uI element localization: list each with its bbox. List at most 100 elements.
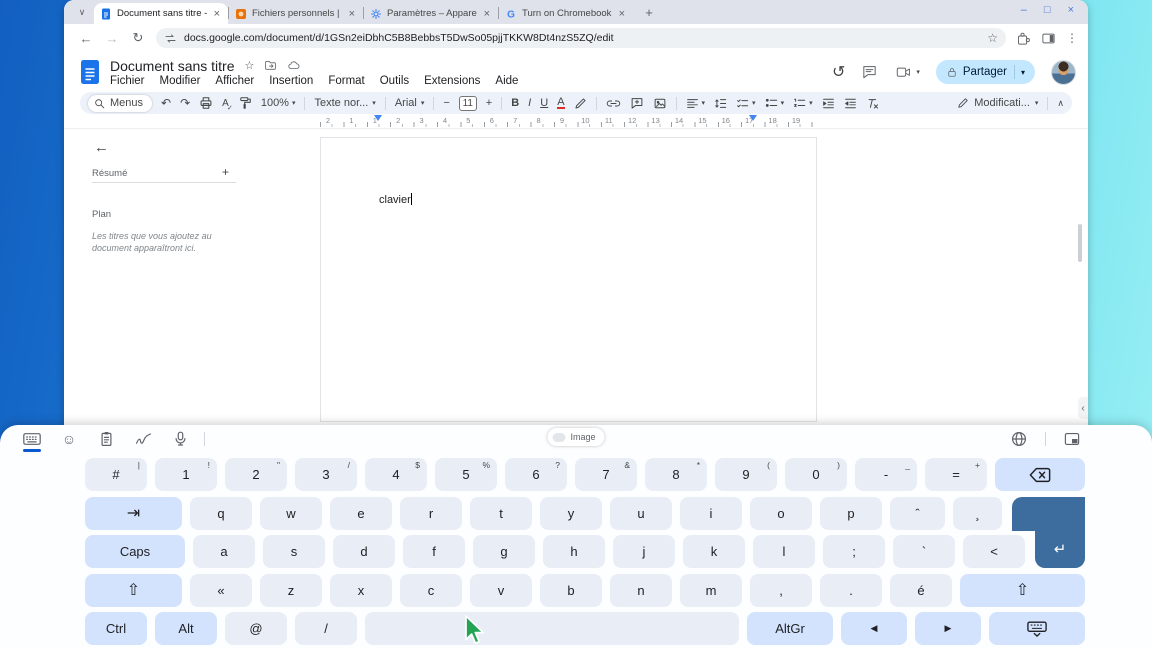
decrease-font-size-button[interactable]: − (443, 97, 449, 109)
menu-afficher[interactable]: Afficher (215, 75, 254, 87)
paint-format-icon[interactable] (238, 96, 252, 110)
key-space[interactable] (365, 612, 739, 645)
keyboard-layout-icon[interactable] (22, 429, 42, 449)
camera-dropdown-icon[interactable]: ▾ (916, 68, 920, 76)
key-j[interactable]: j (613, 535, 675, 568)
key-hide-keyboard[interactable] (989, 612, 1085, 645)
key-shift-left[interactable]: ⇧ (85, 574, 182, 607)
key-h[interactable]: h (543, 535, 605, 568)
decrease-indent-icon[interactable] (822, 97, 835, 110)
tab-parametres-apparence[interactable]: Paramètres – Apparence × (364, 3, 498, 24)
extensions-icon[interactable] (1016, 31, 1031, 46)
key-shift-right[interactable]: ⇧ (960, 574, 1085, 607)
close-button[interactable]: × (1068, 4, 1074, 16)
key-z[interactable]: z (260, 574, 322, 607)
tab-google-docs[interactable]: Document sans titre - Google D × (94, 3, 228, 24)
document-page[interactable]: clavier (320, 137, 817, 422)
text-color-button[interactable]: A (557, 97, 564, 109)
key-8[interactable]: 8* (645, 458, 707, 491)
menus-search-button[interactable]: Menus (88, 95, 152, 112)
key-d[interactable]: d (333, 535, 395, 568)
back-icon[interactable]: ← (78, 31, 94, 46)
key-;[interactable]: ; (823, 535, 885, 568)
bookmark-star-icon[interactable]: ☆ (987, 31, 998, 45)
side-panel-icon[interactable] (1041, 31, 1056, 46)
key-#[interactable]: #| (85, 458, 147, 491)
key-x[interactable]: x (330, 574, 392, 607)
key-b[interactable]: b (540, 574, 602, 607)
dock-keyboard-icon[interactable] (1062, 429, 1082, 449)
microphone-icon[interactable] (170, 429, 190, 449)
key-arrow-left[interactable]: ◀ (841, 612, 907, 645)
close-outline-icon[interactable]: ← (94, 139, 109, 156)
document-title[interactable]: Document sans titre (110, 58, 235, 74)
key-q[interactable]: q (190, 497, 252, 530)
language-globe-icon[interactable] (1009, 429, 1029, 449)
key-e[interactable]: e (330, 497, 392, 530)
key-ctrl[interactable]: Ctrl (85, 612, 147, 645)
left-margin-marker[interactable] (374, 115, 382, 121)
key-<[interactable]: < (963, 535, 1025, 568)
key-9[interactable]: 9( (715, 458, 777, 491)
document-text[interactable]: clavier (379, 193, 412, 206)
key-,[interactable]: , (750, 574, 812, 607)
print-icon[interactable] (199, 96, 213, 110)
key-k[interactable]: k (683, 535, 745, 568)
key--[interactable]: -_ (855, 458, 917, 491)
key-p[interactable]: p (820, 497, 882, 530)
omnibox[interactable]: docs.google.com/document/d/1GSn2eiDbhC5B… (156, 28, 1006, 48)
bold-button[interactable]: B (511, 97, 519, 109)
zoom-select[interactable]: 100%▾ (261, 97, 296, 109)
key-o[interactable]: o (750, 497, 812, 530)
clipboard-icon[interactable] (96, 429, 116, 449)
key-tab[interactable]: ⇥ (85, 497, 182, 530)
site-settings-icon[interactable] (164, 32, 177, 45)
menu-insertion[interactable]: Insertion (269, 75, 313, 87)
key-5[interactable]: 5% (435, 458, 497, 491)
key-a[interactable]: a (193, 535, 255, 568)
google-docs-logo[interactable] (80, 59, 100, 85)
menu-fichier[interactable]: Fichier (110, 75, 145, 87)
maximize-button[interactable]: □ (1044, 4, 1051, 16)
key-arrow-right[interactable]: ▶ (915, 612, 981, 645)
version-history-icon[interactable]: ↺ (832, 62, 845, 82)
key-.[interactable]: . (820, 574, 882, 607)
line-spacing-icon[interactable] (714, 97, 727, 110)
key-4[interactable]: 4$ (365, 458, 427, 491)
add-summary-button[interactable]: + (222, 165, 229, 179)
clear-formatting-icon[interactable] (866, 97, 880, 110)
key-enter[interactable]: ↵ (1035, 497, 1085, 569)
minimize-button[interactable]: – (1021, 4, 1027, 16)
side-panel-collapse-icon[interactable]: ‹ (1078, 397, 1088, 419)
browser-menu-icon[interactable]: ⋮ (1066, 31, 1078, 45)
image-suggestion-chip[interactable]: Image (547, 428, 604, 446)
styles-select[interactable]: Texte nor...▾ (314, 97, 375, 109)
increase-font-size-button[interactable]: + (486, 97, 492, 109)
handwriting-icon[interactable] (133, 429, 153, 449)
key-«[interactable]: « (190, 574, 252, 607)
key-t[interactable]: t (470, 497, 532, 530)
tab-close-icon[interactable]: × (347, 8, 357, 20)
tab-close-icon[interactable]: × (617, 8, 627, 20)
reload-icon[interactable]: ↻ (130, 30, 146, 46)
key-v[interactable]: v (470, 574, 532, 607)
spellcheck-icon[interactable]: A✓ (222, 98, 229, 109)
meet-camera-icon[interactable] (894, 65, 913, 80)
italic-button[interactable]: I (528, 97, 531, 109)
key-s[interactable]: s (263, 535, 325, 568)
right-margin-marker[interactable] (749, 115, 757, 121)
move-folder-icon[interactable] (264, 59, 277, 72)
key-l[interactable]: l (753, 535, 815, 568)
font-size-input[interactable]: 11 (459, 96, 477, 111)
menu-extensions[interactable]: Extensions (424, 75, 480, 87)
key-ˆ[interactable]: ˆ (890, 497, 945, 530)
undo-icon[interactable]: ↶ (161, 96, 171, 110)
key-g[interactable]: g (473, 535, 535, 568)
key-backspace[interactable] (995, 458, 1085, 491)
key-6[interactable]: 6? (505, 458, 567, 491)
key-¸[interactable]: ¸ (953, 497, 1002, 530)
key-r[interactable]: r (400, 497, 462, 530)
key-caps[interactable]: Caps (85, 535, 185, 568)
account-avatar[interactable] (1051, 60, 1076, 85)
tab-chromebook-accessibility[interactable]: G Turn on Chromebook accessib × (499, 3, 633, 24)
